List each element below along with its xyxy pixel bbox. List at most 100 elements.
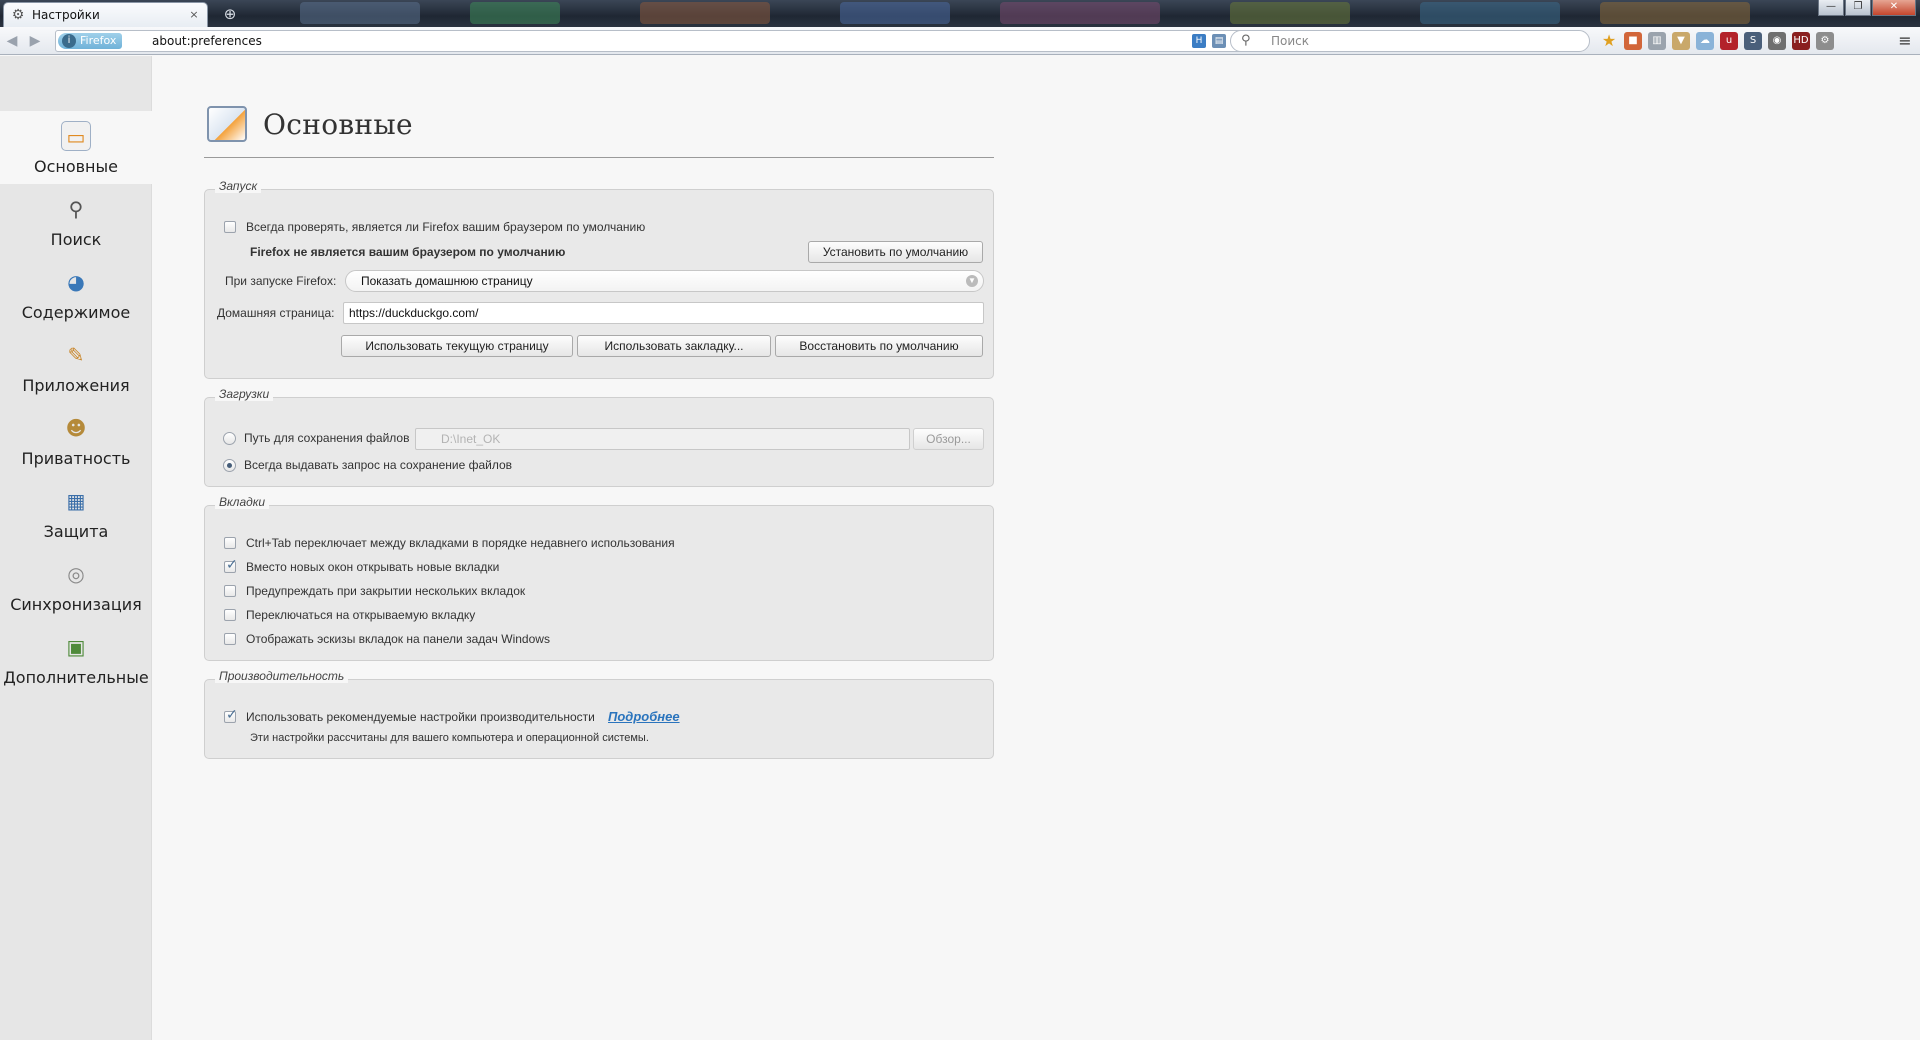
window-controls: — ❐ ✕ <box>1818 0 1916 16</box>
page-header: Основные <box>204 102 994 158</box>
homepage-input[interactable]: https://duckduckgo.com/ <box>343 302 984 324</box>
sidebar-item-security[interactable]: ▦ Защита <box>0 476 152 549</box>
warn-close-checkbox[interactable] <box>224 585 236 597</box>
background-decoration <box>1600 2 1750 24</box>
download-icon[interactable]: ▼ <box>1672 32 1690 50</box>
tab-strip: ⚙ Настройки × ⊕ — ❐ ✕ <box>0 0 1920 27</box>
url-text[interactable]: about:preferences <box>152 34 262 48</box>
recommended-performance-checkbox[interactable]: ✓ <box>224 707 238 723</box>
search-icon: ⚲ <box>1241 33 1251 48</box>
browse-button[interactable]: Обзор... <box>913 428 984 450</box>
minimize-button[interactable]: — <box>1818 0 1844 16</box>
check-icon: ✓ <box>226 707 238 723</box>
sidebar-item-sync[interactable]: ◎ Синхронизация <box>0 549 152 622</box>
sidebar-item-general[interactable]: ▭ Основные <box>0 111 152 184</box>
warn-close-label: Предупреждать при закрытии нескольких вк… <box>246 584 526 598</box>
learn-more-link[interactable]: Подробнее <box>608 709 680 724</box>
on-start-select[interactable]: Показать домашнюю страницу ▼ <box>345 270 984 292</box>
group-caption: Производительность <box>215 669 349 683</box>
applications-icon: ✎ <box>67 343 85 367</box>
ctrl-tab-label: Ctrl+Tab переключает между вкладками в п… <box>246 536 675 550</box>
always-ask-label: Всегда выдавать запрос на сохранение фай… <box>244 458 513 472</box>
new-tab-button[interactable]: ⊕ <box>220 5 240 23</box>
identity-label: Firefox <box>80 34 117 47</box>
sidebar-icon[interactable]: ▥ <box>1648 32 1666 50</box>
use-current-page-button[interactable]: Использовать текущую страницу <box>341 335 573 357</box>
navigation-bar: ◀ ▶ i Firefox about:preferences H ▤ ☁ ⚲ … <box>0 27 1920 55</box>
identity-box[interactable]: i Firefox <box>58 33 123 49</box>
reader-icon[interactable]: ▤ <box>1212 34 1226 48</box>
sidebar-item-label: Приложения <box>22 376 130 395</box>
tab-title: Настройки <box>32 8 100 22</box>
tabs-group: Вкладки Ctrl+Tab переключает между вклад… <box>204 495 994 661</box>
background-decoration <box>640 2 770 24</box>
settings-icon[interactable]: ⚙ <box>1816 32 1834 50</box>
performance-description: Эти настройки рассчитаны для вашего комп… <box>250 732 649 744</box>
sidebar-item-label: Основные <box>33 157 118 176</box>
translate-icon[interactable]: H <box>1192 34 1206 48</box>
ctrl-tab-checkbox[interactable] <box>224 537 236 549</box>
taskbar-previews-checkbox[interactable] <box>224 633 236 645</box>
sidebar-item-search[interactable]: ⚲ Поиск <box>0 184 152 257</box>
set-default-button[interactable]: Установить по умолчанию <box>808 241 983 263</box>
sidebar-item-content[interactable]: ◕ Содержимое <box>0 257 152 330</box>
sidebar-item-advanced[interactable]: ▣ Дополнительные <box>0 622 152 695</box>
s-addon-icon[interactable]: S <box>1744 32 1762 50</box>
bookmark-star-icon[interactable]: ★ <box>1600 32 1618 50</box>
search-bar[interactable]: ⚲ Поиск <box>1230 30 1590 52</box>
switch-to-tab-checkbox[interactable] <box>224 609 236 621</box>
sidebar-item-label: Синхронизация <box>10 595 142 614</box>
chevron-down-icon: ▼ <box>966 275 978 287</box>
general-icon <box>207 106 247 142</box>
security-icon: ▦ <box>66 489 86 513</box>
background-decoration <box>1230 2 1350 24</box>
disc-icon[interactable]: ◉ <box>1768 32 1786 50</box>
sidebar-item-label: Дополнительные <box>3 668 149 687</box>
check-default-label: Всегда проверять, является ли Firefox ва… <box>246 220 646 234</box>
sidebar-item-applications[interactable]: ✎ Приложения <box>0 330 152 403</box>
close-icon[interactable]: × <box>187 8 201 22</box>
sync-icon: ◎ <box>67 562 85 586</box>
background-decoration <box>1000 2 1160 24</box>
open-in-tabs-checkbox[interactable]: ✓ <box>224 557 238 573</box>
maximize-button[interactable]: ❐ <box>1845 0 1871 16</box>
url-bar[interactable]: i Firefox about:preferences H ▤ ☁ <box>55 30 1267 52</box>
taskbar-previews-label: Отображать эскизы вкладок на панели зада… <box>246 632 550 646</box>
check-default-checkbox[interactable] <box>224 221 236 233</box>
menu-icon[interactable]: ≡ <box>1896 32 1914 50</box>
homepage-label: Домашняя страница: <box>217 306 335 320</box>
save-path-input[interactable]: D:\Inet_OK <box>415 428 910 450</box>
cloud-sync-icon[interactable]: ☁ <box>1696 32 1714 50</box>
sidebar-item-privacy[interactable]: ☻ Приватность <box>0 403 152 476</box>
restore-default-button[interactable]: Восстановить по умолчанию <box>775 335 983 357</box>
search-input[interactable]: Поиск <box>1271 34 1309 48</box>
background-decoration <box>1420 2 1560 24</box>
tab-settings[interactable]: ⚙ Настройки × <box>3 2 208 27</box>
always-ask-radio[interactable] <box>223 459 236 472</box>
radio-dot <box>227 463 232 468</box>
toolbar-icons: ★ ■ ▥ ▼ ☁ u S ◉ HD ⚙ <box>1600 32 1834 50</box>
content-icon: ◕ <box>67 270 85 294</box>
group-caption: Запуск <box>215 179 262 193</box>
startup-group: Запуск Всегда проверять, является ли Fir… <box>204 179 994 379</box>
save-to-label: Путь для сохранения файлов <box>244 431 410 445</box>
close-window-button[interactable]: ✕ <box>1872 0 1916 16</box>
background-decoration <box>470 2 560 24</box>
open-in-tabs-label: Вместо новых окон открывать новые вкладк… <box>246 560 500 574</box>
downloads-group: Загрузки Путь для сохранения файлов D:\I… <box>204 387 994 487</box>
back-icon[interactable]: ◀ <box>4 33 20 49</box>
not-default-text: Firefox не является вашим браузером по у… <box>250 245 566 259</box>
use-bookmark-button[interactable]: Использовать закладку... <box>577 335 771 357</box>
check-icon: ✓ <box>226 557 238 573</box>
search-icon: ⚲ <box>68 197 84 221</box>
addon-icon[interactable]: ■ <box>1624 32 1642 50</box>
forward-icon[interactable]: ▶ <box>27 33 43 49</box>
hd-icon[interactable]: HD <box>1792 32 1810 50</box>
gear-icon: ⚙ <box>11 7 25 23</box>
sidebar-item-label: Приватность <box>21 449 131 468</box>
save-to-radio[interactable] <box>223 432 236 445</box>
performance-group: Производительность ✓ Использовать рекоме… <box>204 669 994 759</box>
ublock-icon[interactable]: u <box>1720 32 1738 50</box>
sidebar: ▭ Основные ⚲ Поиск ◕ Содержимое ✎ Прилож… <box>0 56 152 1040</box>
sidebar-item-label: Защита <box>43 522 109 541</box>
